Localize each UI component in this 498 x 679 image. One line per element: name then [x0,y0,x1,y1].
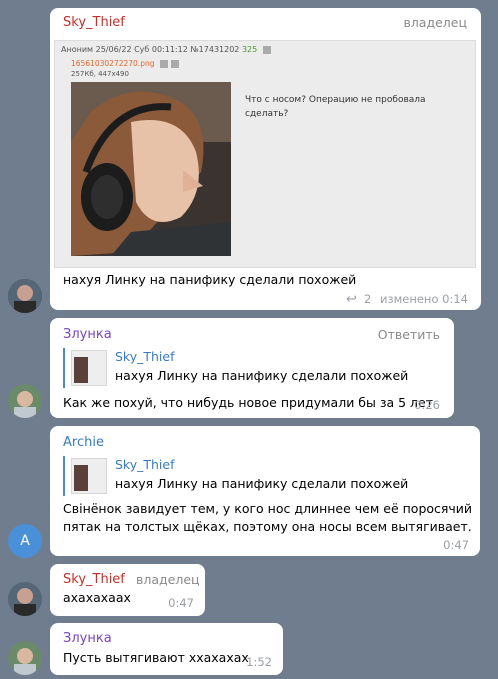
edited-time: изменено 0:14 [380,292,468,306]
message-bubble[interactable]: Sky_Thief владелец ахахахаах 0:47 [50,564,205,616]
message-bubble[interactable]: Archie Sky_Thief нахуя Линку на панифику… [50,426,480,556]
avatar[interactable] [8,641,42,675]
avatar[interactable]: A [8,524,42,558]
replies-count[interactable]: 2 [364,292,371,306]
play-icon [262,45,271,54]
message-time: 1:52 [246,655,272,669]
post-text: Что с носом? Операцию не пробовала сдела… [245,95,426,119]
avatar[interactable] [8,279,42,313]
message-text-line-2: пятак на толстых щёках, поэтому она носы… [63,519,472,534]
message-text: нахуя Линку на панифику сделали похожей [63,272,357,287]
role-badge: владелец [403,15,467,30]
reply-text: нахуя Линку на панифику сделали похожей [115,368,409,383]
message-time: 0:47 [168,596,194,610]
message-bubble[interactable]: Злунка Пусть вытягивают ххахахах 1:52 [50,623,283,675]
reply-thumbnail [71,458,107,494]
quoted-reply[interactable]: Sky_Thief нахуя Линку на панифику сделал… [63,456,408,496]
quoted-reply[interactable]: Sky_Thief нахуя Линку на панифику сделал… [63,348,408,388]
post-header: Аноним 25/06/22 Суб 00:11:12 №17431202 3… [61,45,271,54]
file-link: 16561030272270.png [71,59,179,68]
message-bubble[interactable]: Злунка Ответить Sky_Thief нахуя Линку на… [50,318,454,418]
file-name: 16561030272270.png [71,59,155,68]
reply-button[interactable]: Ответить [378,327,440,342]
post-replies-count: 325 [241,45,258,54]
post-header-text: Аноним 25/06/22 Суб 00:11:12 №17431202 [61,45,240,54]
author-name[interactable]: Sky_Thief [63,15,125,30]
save-icon [170,60,179,68]
author-name[interactable]: Злунка [63,631,112,646]
message-text: Как же похуй, что нибудь новое придумали… [63,395,434,410]
message-text: ахахахаах [63,590,131,605]
reply-thumbnail [71,350,107,386]
avatar[interactable] [8,582,42,616]
message-text: Пусть вытягивают ххахахах [63,650,249,665]
author-name[interactable]: Злунка [63,327,112,342]
message-time: 0:26 [414,398,440,412]
author-name[interactable]: Archie [63,435,104,450]
message-time: 0:47 [443,538,469,552]
message-bubble[interactable]: Sky_Thief владелец Аноним 25/06/22 Суб 0… [50,8,481,310]
avatar[interactable] [8,384,42,418]
profile-photo [71,82,231,256]
role-badge: владелец [136,572,200,587]
reply-text: нахуя Линку на панифику сделали похожей [115,476,409,491]
reply-author: Sky_Thief [115,457,175,472]
author-name[interactable]: Sky_Thief [63,572,125,587]
avatar-letter: A [20,533,30,549]
reply-author: Sky_Thief [115,349,175,364]
message-text-line-1: Свiнёнок завидует тем, у кого нос длинне… [63,501,473,516]
file-meta: 257Кб, 447x490 [71,70,129,78]
search-icon [159,60,168,68]
reply-arrow-icon[interactable]: ↩ [346,292,357,307]
attached-screenshot[interactable]: Аноним 25/06/22 Суб 00:11:12 №17431202 3… [54,40,476,268]
